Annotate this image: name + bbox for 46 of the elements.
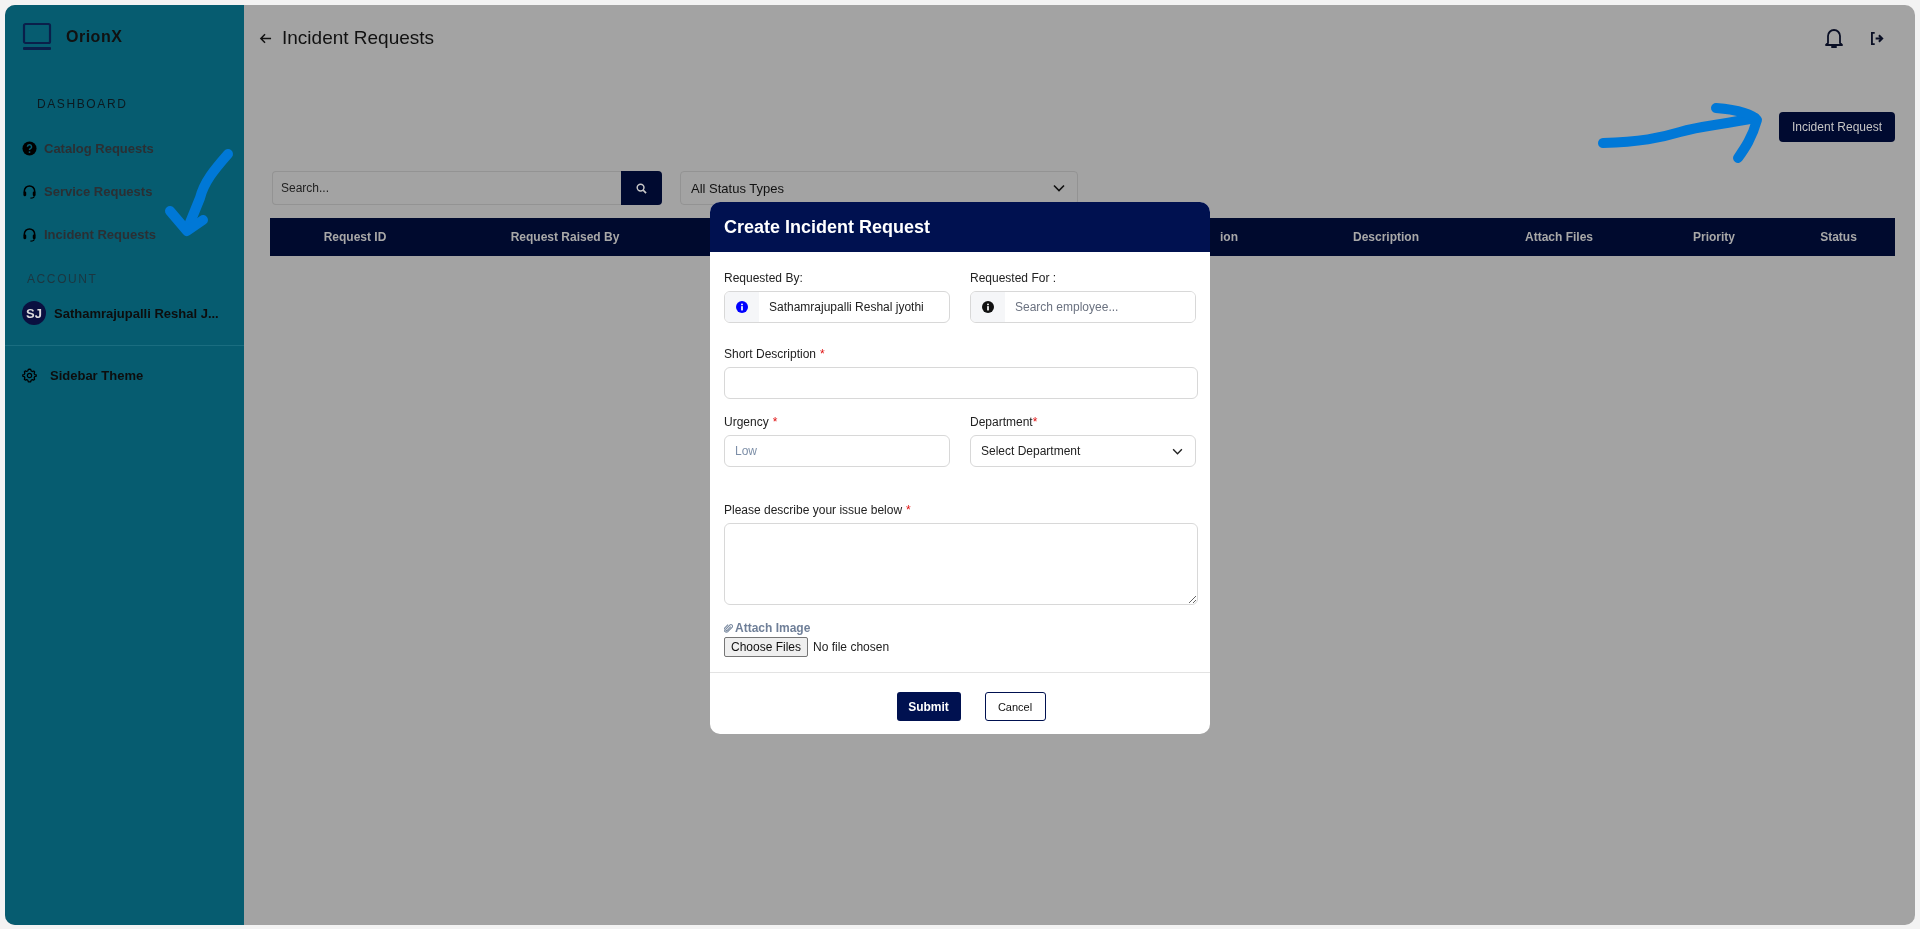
chevron-down-icon [1053,184,1065,192]
paperclip-icon [724,622,733,634]
cancel-button[interactable]: Cancel [984,692,1046,721]
headset-icon [22,227,37,242]
issue-description-field[interactable] [724,523,1198,605]
column-header: Attach Files [1524,229,1594,246]
field-label: Requested By: [724,271,803,285]
column-header: ion [1219,229,1239,246]
column-header: Request Raised By [509,229,621,246]
search-icon [636,182,647,194]
logout-icon[interactable] [1870,31,1885,45]
short-description-field[interactable] [724,367,1198,399]
bell-icon[interactable] [1824,27,1844,49]
monitor-icon [22,22,52,52]
field-label: Requested For : [970,271,1057,285]
field-label: Please describe your issue below * [724,503,911,517]
section-title: DASHBOARD [37,97,129,111]
incident-request-button[interactable]: Incident Request [1778,112,1895,142]
chevron-down-icon [1172,447,1183,455]
search-button[interactable] [621,171,662,205]
column-header: Priority [1692,229,1736,246]
question-icon [22,141,37,156]
avatar: SJ [22,301,46,325]
requested-by-field[interactable]: Sathamrajupalli Reshal jyothi [724,291,950,323]
choose-files-button[interactable]: Choose Files [724,637,809,657]
field-label: Short Description * [724,347,825,361]
brand-name: OrionX [66,28,123,46]
info-icon [982,301,994,313]
requested-for-field[interactable]: Search employee... [970,291,1196,323]
column-header: Status [1819,229,1858,246]
info-icon [736,301,748,313]
field-label: Urgency * [724,415,778,429]
file-status: No file chosen [813,640,890,654]
headset-icon [22,184,37,199]
search-field[interactable]: Search... [272,171,621,205]
column-header: Request ID [322,229,388,246]
department-dropdown[interactable]: Select Department [970,435,1196,467]
column-header: Description [1352,229,1420,246]
back-arrow-icon[interactable] [259,31,272,45]
settings-icon [22,367,37,383]
urgency-field[interactable]: Low [724,435,950,467]
page-title: Incident Requests [282,27,435,49]
submit-button[interactable]: Submit [896,692,961,721]
modal-title: Create Incident Request [724,216,931,238]
field-label: Department* [970,415,1038,429]
attach-image-link[interactable]: Attach Image [724,621,811,635]
